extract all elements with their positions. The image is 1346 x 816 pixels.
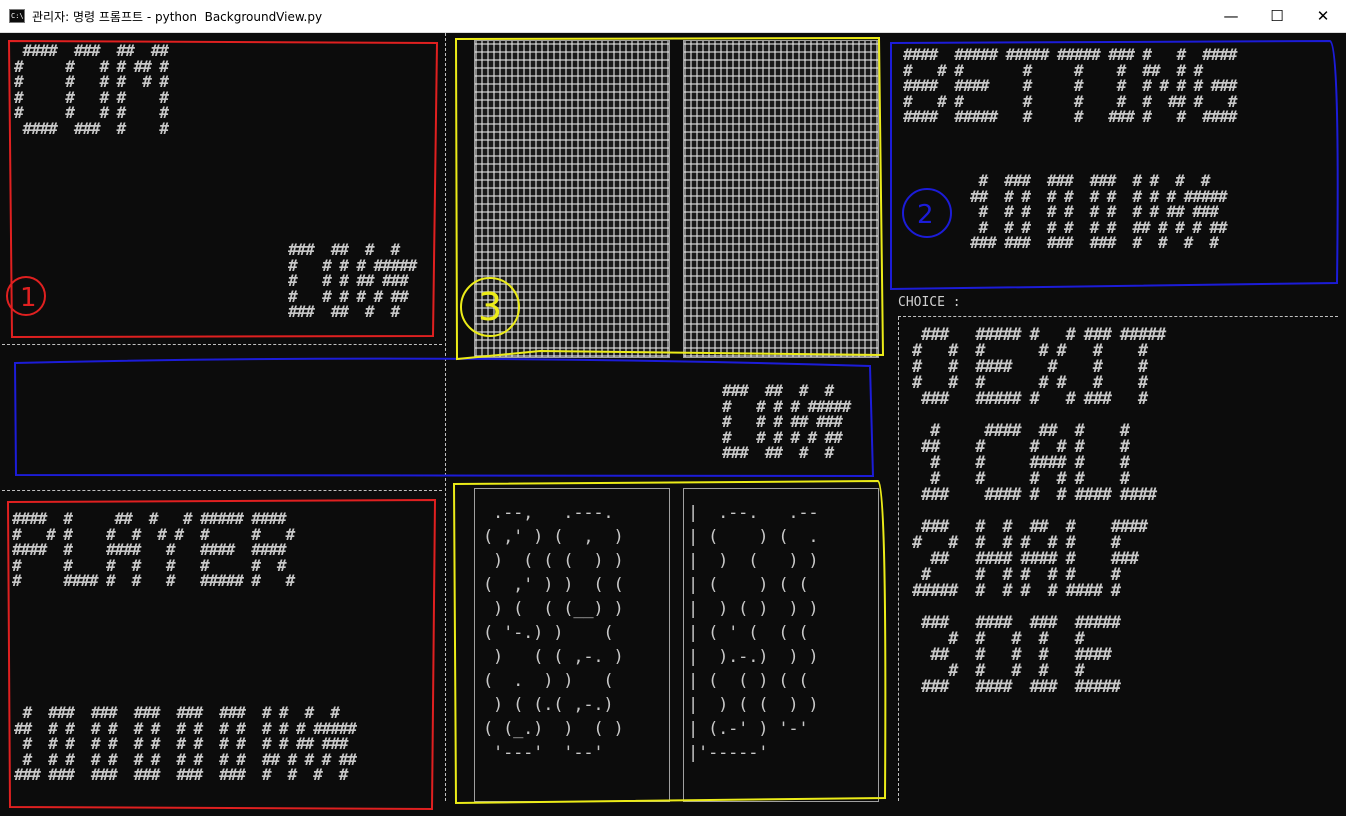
divider-com xyxy=(2,344,442,345)
player-card-1-art: .--, .---. ( ,' ) ( , ) ) ( ( ( ) ) ( ,'… xyxy=(483,503,624,763)
player-card-2-art: | .--. .-- | ( ) ( . | ) ( ) ) | ( ) ( (… xyxy=(688,503,819,763)
annotation-circle-2 xyxy=(902,188,952,238)
choice-prompt[interactable]: CHOICE : xyxy=(898,295,961,310)
title-bar: C:\ 관리자: 명령 프롬프트 - python BackgroundView… xyxy=(0,0,1346,33)
com-name-art: #### ### ## ## # # # # ## # # # # # # # … xyxy=(14,41,169,138)
maximize-button[interactable]: ☐ xyxy=(1254,0,1300,32)
minimize-button[interactable]: — xyxy=(1208,0,1254,32)
player-name-art: #### # ## # # ##### #### # # # # # # # #… xyxy=(12,509,295,590)
pot-money-art: ### ## # # # # # # ##### # # # ## ### # … xyxy=(722,381,851,462)
divider-right xyxy=(898,317,899,801)
close-button[interactable]: ✕ xyxy=(1300,0,1346,32)
menu-options-art: ### ##### # # ### ##### # # # # # # # # … xyxy=(912,325,1166,697)
console-output[interactable]: #### ### ## ## # # # # ## # # # # # # # … xyxy=(0,33,1346,816)
player-card-1: .--, .---. ( ,' ) ( , ) ) ( ( ( ) ) ( ,'… xyxy=(474,488,670,802)
annotation-label-1: 1 xyxy=(20,283,37,313)
betting-amount-art: # ### ### ### # # # # ## # # # # # # # #… xyxy=(970,171,1228,252)
betting-label-art: #### ##### ##### ##### ### # # #### # # … xyxy=(903,45,1237,126)
annotation-label-2: 2 xyxy=(917,200,934,230)
divider-pot xyxy=(2,490,442,491)
player-card-2: | .--. .-- | ( ) ( . | ) ( ) ) | ( ) ( (… xyxy=(683,488,879,802)
player-money-art: # ### ### ### ### ### # # # # ## # # # #… xyxy=(14,703,357,784)
com-card-1 xyxy=(474,40,670,358)
window-title: 관리자: 명령 프롬프트 - python BackgroundView.py xyxy=(32,10,323,24)
cmd-app-icon: C:\ xyxy=(9,9,25,23)
divider-left xyxy=(445,33,446,801)
divider-menu xyxy=(898,316,1338,317)
com-card-2 xyxy=(683,40,879,358)
annotation-circle-1 xyxy=(6,276,46,316)
com-money-art: ### ## # # # # # # ##### # # # ## ### # … xyxy=(288,240,417,321)
